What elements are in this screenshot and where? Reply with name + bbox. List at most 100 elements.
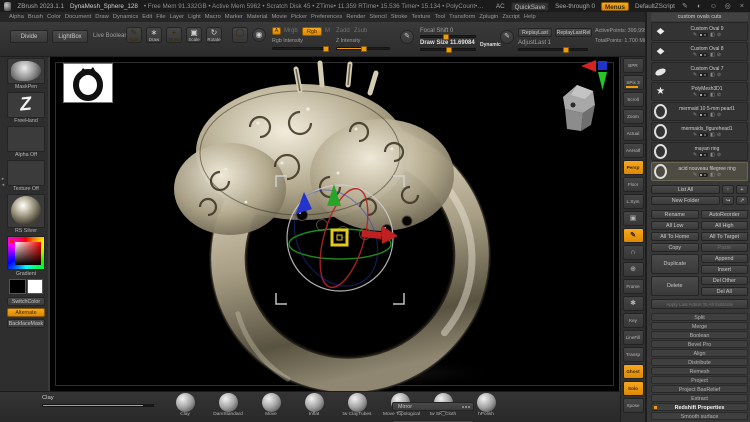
menu-item[interactable]: Zscript [502,14,519,20]
insert-button[interactable]: Insert [700,265,748,274]
alt-color-swatch[interactable] [27,279,43,294]
right-shelf-button[interactable] [622,228,644,243]
menu-item[interactable]: Render [346,14,365,20]
polypaint-icon[interactable]: ✎ [693,52,697,58]
menu-item[interactable]: Stencil [369,14,386,20]
help-icon[interactable]: ◎ [724,2,732,11]
remesh-union-icon[interactable]: ◧ [710,92,715,98]
menu-item[interactable]: Zplugin [479,14,498,20]
menu-item[interactable]: Dynamics [113,14,138,20]
all-high-button[interactable]: All High [700,221,748,230]
autoreorder-button[interactable]: AutoReorder [700,210,748,219]
replay-last-rel-button[interactable]: ReplayLastRel [555,28,592,37]
move-to-folder-icon[interactable]: ↪ [722,196,734,205]
remesh-union-icon[interactable]: ◧ [710,112,715,118]
panel-divider-handle[interactable]: ▸ ◂ [0,165,6,199]
visibility-eye-icon[interactable] [699,172,709,177]
del-all-button[interactable]: Del All [700,287,748,296]
right-shelf-button[interactable]: BPR [622,58,644,73]
visibility-eye-icon[interactable] [699,72,709,77]
folder-out-icon[interactable]: ↗ [736,196,748,205]
polypaint-icon[interactable]: ✎ [693,92,697,98]
alternate-button[interactable]: Alternate [7,308,45,317]
mode-button[interactable]: ∗ Draw [146,27,162,43]
polypaint-icon[interactable]: ✎ [693,112,697,118]
apply-last-action-button[interactable]: Apply Last Action To All Subtools [651,299,748,309]
menu-item[interactable]: Alpha [9,14,24,20]
current-brush-slider[interactable] [42,404,154,407]
saturation-square[interactable] [15,242,41,265]
menu-item[interactable]: Picker [291,14,307,20]
duplicate-button[interactable]: Duplicate [651,254,699,274]
menus-toggle[interactable]: Menus [601,1,629,11]
all-low-button[interactable]: All Low [651,221,699,230]
draw-size-slider[interactable] [420,47,476,53]
z-intensity-slider[interactable] [336,46,390,52]
right-shelf-button[interactable]: Floor [622,177,644,192]
menu-item[interactable]: Stroke [391,14,408,20]
divide-button[interactable]: Divide [10,30,48,43]
menu-item[interactable]: Help [524,14,536,20]
subtool-item[interactable]: Custom Oval 8 ✎ ◧ ⊘ [651,42,748,61]
subtool-up-button[interactable]: ↑ [722,185,734,194]
rgb-button[interactable]: Rgb [302,27,322,36]
adjust-curve-icon[interactable]: ✎ [500,30,514,44]
remesh-union-icon[interactable]: ◧ [710,132,715,138]
menu-item[interactable]: Macro [205,14,221,20]
add-subtool-button[interactable]: + [736,185,748,194]
menu-item[interactable]: Marker [225,14,243,20]
quicksave-button[interactable]: QuickSave [510,1,550,11]
subpalette-header[interactable]: Bevel Pro [651,340,748,348]
sculptris-pro-toggle[interactable]: ◉ [252,28,266,42]
left-shelf-slot[interactable]: FreeHand [7,92,45,125]
right-shelf-button[interactable] [622,211,644,226]
menu-item[interactable]: Draw [95,14,109,20]
subtool-item[interactable]: acid nouveau filegree ring ✎ ◧ ⊘ [651,162,748,181]
subpalette-header[interactable]: Merge [651,322,748,330]
subpalette-header[interactable]: Project BasRelief [651,385,748,393]
right-shelf-button[interactable]: L.Sym [622,194,644,209]
right-shelf-button[interactable]: Frame [622,279,644,294]
subpalette-header[interactable]: Redshift Properties [651,403,748,411]
right-shelf-button[interactable]: AAHalf [622,143,644,158]
visibility-eye-icon[interactable] [699,92,709,97]
dynamic-toggle[interactable]: Dynamic [480,42,501,48]
right-shelf-button[interactable]: Actual [622,126,644,141]
adjust-last-slider[interactable] [518,47,588,53]
paste-button[interactable]: Paste [700,243,748,252]
lightbox-button[interactable]: LightBox [52,30,88,43]
visibility-eye-icon[interactable] [699,112,709,117]
menu-item[interactable]: Transform [449,14,475,20]
brush-slot[interactable]: hPolish [469,393,503,418]
all-to-target-button[interactable]: All To Target [700,232,748,241]
switch-color-button[interactable]: SwitchColor [7,297,45,306]
anchor-toggle[interactable]: A [272,27,281,35]
rgb-intensity-slider[interactable] [272,46,330,52]
subpalette-header[interactable]: Remesh [651,367,748,375]
live-boolean-toggle[interactable]: Live Boolean [93,33,128,39]
menu-item[interactable]: Preferences [311,14,342,20]
menu-item[interactable]: Edit [142,14,152,20]
right-shelf-button[interactable] [622,245,644,260]
palette-icon[interactable]: ◐ [695,2,703,11]
right-shelf-button[interactable]: Transp [622,347,644,362]
mask-icon[interactable]: ⊘ [717,152,721,158]
gizmo-3d[interactable] [274,174,406,306]
subtool-item[interactable]: PolyMesh3D1 ✎ ◧ ⊘ [651,82,748,101]
visibility-eye-icon[interactable] [699,52,709,57]
right-shelf-button[interactable]: Solo [622,381,644,396]
remesh-union-icon[interactable]: ◧ [710,152,715,158]
zadd-button[interactable]: Zadd [336,28,350,34]
visibility-eye-icon[interactable] [699,32,709,37]
main-color-swatch[interactable] [9,279,26,294]
menu-item[interactable]: Texture [412,14,431,20]
zscript-button[interactable]: DefaultZScript [635,3,675,10]
subpalette-header[interactable]: Extract [651,394,748,402]
mode-button[interactable]: ↻ Rotate [206,27,222,43]
pen-grid-icon[interactable]: ✎ [681,2,689,11]
gizmo-3d-toggle[interactable]: ◯ [232,27,248,43]
menu-item[interactable]: Movie [271,14,286,20]
see-through-slider[interactable]: See-through 0 [555,3,595,10]
zsub-button[interactable]: Zsub [354,28,367,34]
remesh-union-icon[interactable]: ◧ [710,52,715,58]
